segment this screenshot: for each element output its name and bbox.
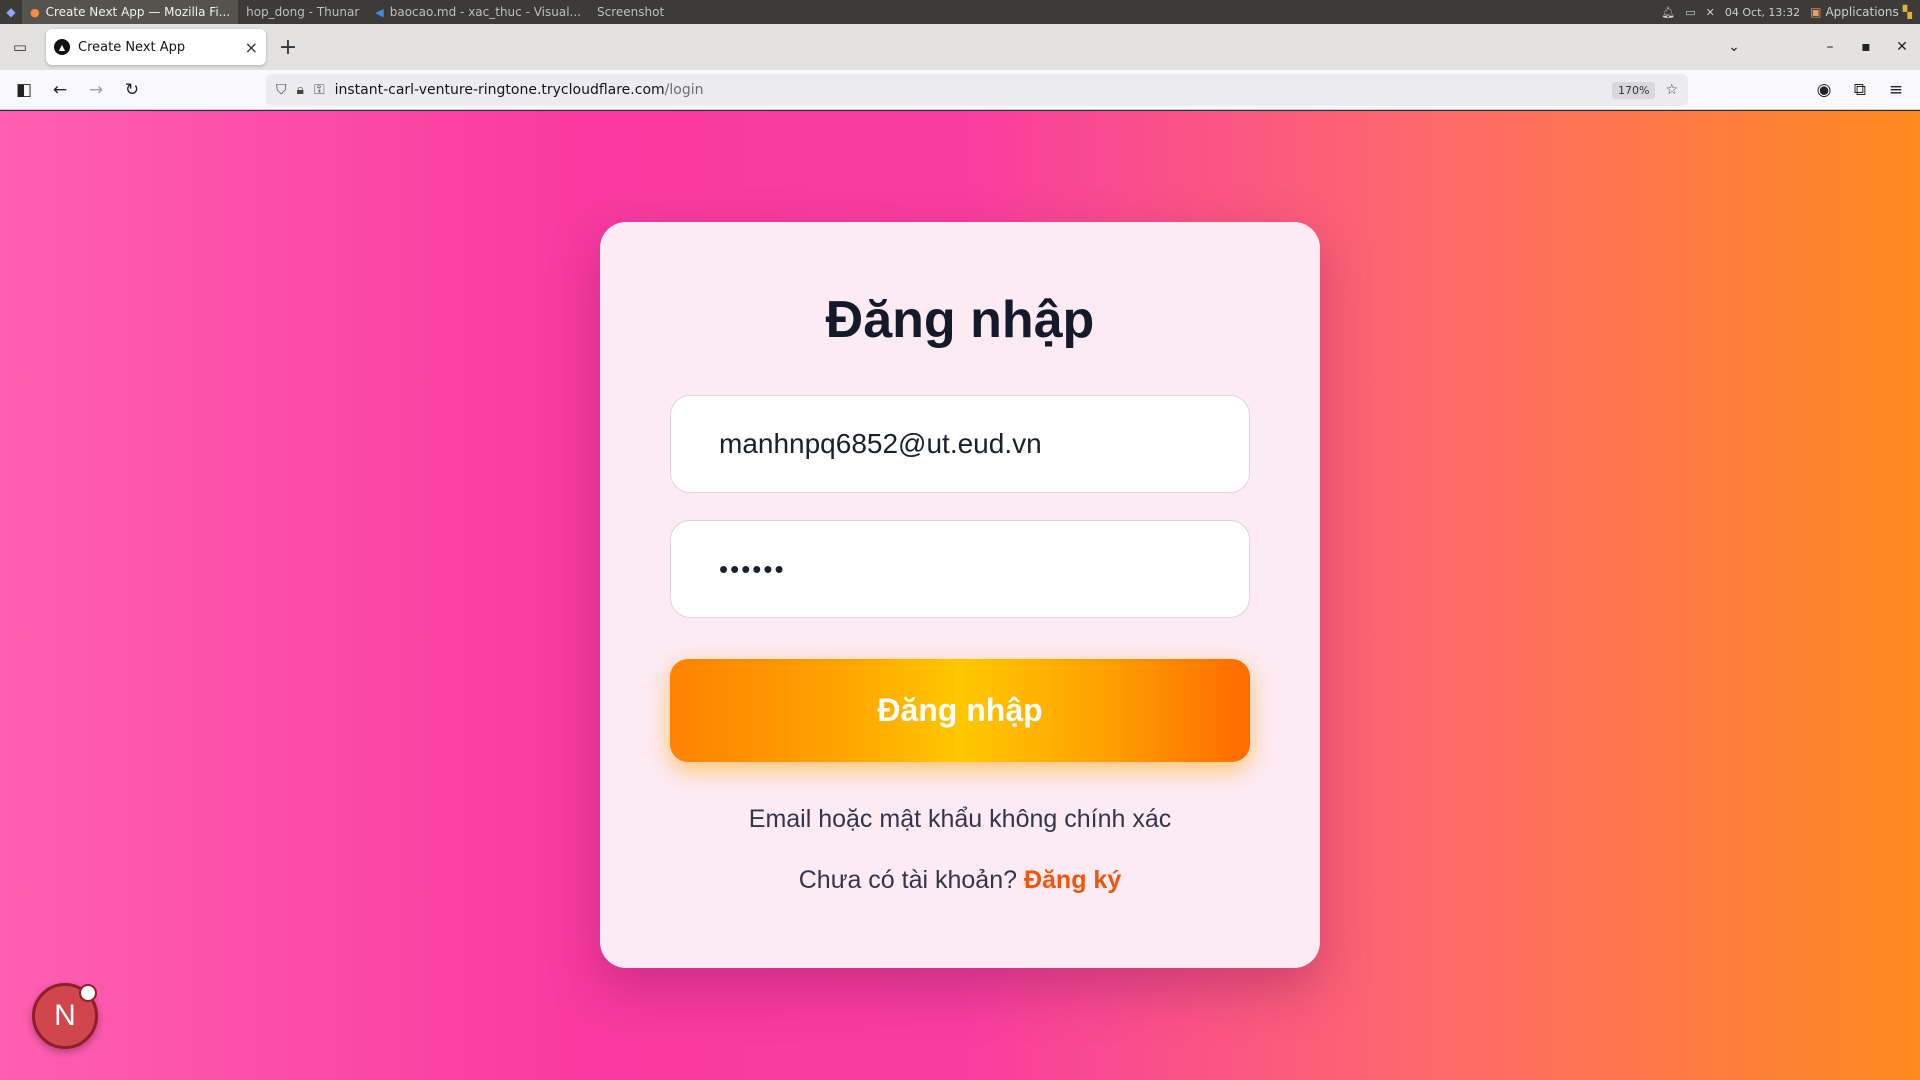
clock[interactable]: 04 Oct, 13:32 — [1725, 6, 1800, 19]
login-error-message: Email hoặc mật khẩu không chính xác — [748, 805, 1172, 833]
register-prompt-text: Chưa có tài khoản? — [798, 866, 1018, 894]
browser-tab-active[interactable]: ▲ Create Next App × — [46, 29, 266, 65]
list-all-tabs-icon[interactable]: ⌄ — [1716, 39, 1752, 55]
sidebar-toggle-icon[interactable]: ◧ — [6, 72, 42, 108]
taskbar-task-label: Screenshot — [597, 5, 665, 19]
lock-icon[interactable]: 🔒︎ — [297, 82, 304, 98]
login-submit-button[interactable]: Đăng nhập — [670, 659, 1250, 762]
email-field[interactable] — [670, 395, 1250, 493]
browser-navbar: ◧ ← → ↻ ⛉ 🔒︎ ⚿ instant-carl-venture-ring… — [0, 70, 1920, 110]
login-card: Đăng nhập Đăng nhập Email hoặc mật khẩu … — [600, 222, 1320, 968]
browser-tab-strip: ▭ ▲ Create Next App × + ⌄ – ▪ ✕ — [0, 24, 1920, 70]
url-bar[interactable]: ⛉ 🔒︎ ⚿ instant-carl-venture-ringtone.try… — [266, 74, 1688, 106]
window-controls: ⌄ – ▪ ✕ — [1716, 24, 1920, 70]
tab-title: Create Next App — [78, 39, 186, 55]
taskbar-task-label: baocao.md - xac_thuc - Visual... — [389, 5, 581, 19]
notification-bell-icon[interactable]: 🔔︎ — [1661, 6, 1675, 19]
taskbar-task-vscode[interactable]: ◀ baocao.md - xac_thuc - Visual... — [367, 0, 589, 24]
zoom-level-badge[interactable]: 170% — [1611, 81, 1656, 99]
system-tray: 🔔︎ ▭ ✕ 04 Oct, 13:32 ▣ Applications ▚ — [1661, 0, 1920, 24]
toolbar-right: ◉ ⧉ ≡ — [1806, 72, 1914, 108]
back-button-icon[interactable]: ← — [42, 72, 78, 108]
taskbar-task-thunar[interactable]: hop_dong - Thunar — [238, 0, 367, 24]
reload-button-icon[interactable]: ↻ — [114, 72, 150, 108]
taskbar-task-firefox[interactable]: ● Create Next App — Mozilla Fi... — [22, 0, 239, 24]
applications-menu[interactable]: ▣ Applications ▚ — [1810, 5, 1912, 19]
menu-hamburger-icon[interactable]: ≡ — [1878, 72, 1914, 108]
maximize-window-icon[interactable]: ▪ — [1848, 39, 1884, 55]
firefox-icon: ● — [30, 5, 40, 19]
vscode-icon: ◀ — [375, 5, 384, 19]
mute-icon[interactable]: ✕ — [1706, 6, 1715, 19]
nextjs-favicon-icon: ▲ — [54, 39, 70, 55]
tracking-protection-shield-icon[interactable]: ⛉ — [276, 82, 287, 98]
nextjs-badge-status-dot — [79, 984, 97, 1002]
register-link[interactable]: Đăng ký — [1024, 866, 1121, 894]
nextjs-badge-letter: N — [54, 999, 76, 1032]
key-icon[interactable]: ⚿ — [314, 82, 325, 98]
battery-icon[interactable]: ▭ — [1685, 6, 1695, 19]
url-host: instant-carl-venture-ringtone.trycloudfl… — [334, 82, 665, 98]
whisker-menu-icon[interactable]: ◆ — [0, 0, 22, 24]
bookmark-star-icon[interactable]: ☆ — [1665, 82, 1678, 98]
url-text[interactable]: instant-carl-venture-ringtone.trycloudfl… — [335, 82, 1602, 98]
forward-button-icon[interactable]: → — [78, 72, 114, 108]
extensions-icon[interactable]: ⧉ — [1842, 72, 1878, 108]
url-path: /login — [664, 82, 704, 98]
minimize-window-icon[interactable]: – — [1812, 39, 1848, 55]
new-tab-button[interactable]: + — [270, 29, 306, 65]
account-icon[interactable]: ◉ — [1806, 72, 1842, 108]
taskbar-task-screenshot[interactable]: Screenshot — [589, 0, 672, 24]
tray-extra-icon: ▚ — [1902, 5, 1912, 19]
page-viewport: Đăng nhập Đăng nhập Email hoặc mật khẩu … — [0, 111, 1920, 1080]
register-prompt-line: Chưa có tài khoản? Đăng ký — [600, 866, 1320, 895]
applications-icon: ▣ — [1810, 5, 1822, 19]
applications-label: Applications — [1825, 5, 1899, 19]
os-taskbar: ◆ ● Create Next App — Mozilla Fi... hop_… — [0, 0, 1920, 24]
close-window-icon[interactable]: ✕ — [1884, 39, 1920, 55]
taskbar-task-label: hop_dong - Thunar — [246, 5, 360, 19]
nextjs-dev-indicator-button[interactable]: N — [32, 983, 98, 1049]
close-tab-icon[interactable]: × — [245, 38, 258, 57]
taskbar-task-label: Create Next App — Mozilla Fi... — [45, 5, 231, 19]
password-field[interactable] — [670, 520, 1250, 618]
firefox-view-icon[interactable]: ▭ — [0, 24, 40, 70]
login-title: Đăng nhập — [825, 291, 1095, 349]
